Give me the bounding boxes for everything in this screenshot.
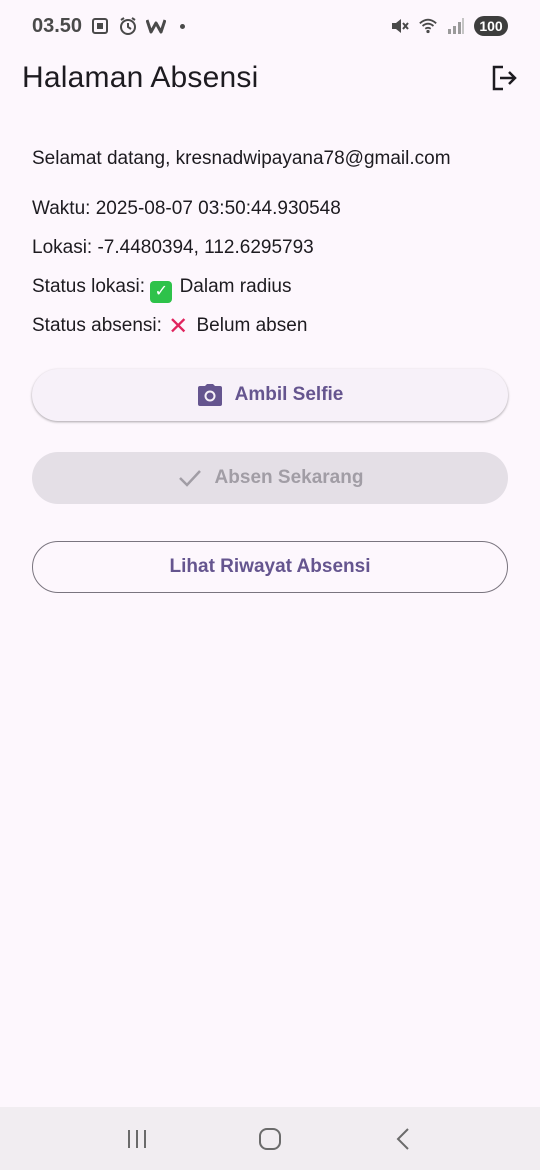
attend-now-button[interactable]: Absen Sekarang: [32, 452, 508, 504]
page-title: Halaman Absensi: [22, 61, 259, 94]
system-nav-bar: [0, 1107, 540, 1170]
back-icon: [396, 1127, 410, 1150]
alarm-icon: [118, 16, 138, 36]
back-button[interactable]: [373, 1119, 433, 1159]
location-status-value: Dalam radius: [179, 276, 292, 297]
status-right: 100: [390, 16, 508, 36]
signal-icon: [446, 16, 466, 36]
home-button[interactable]: [240, 1119, 300, 1159]
logout-icon: [492, 65, 517, 91]
check-icon: [178, 470, 201, 487]
home-icon: [258, 1127, 281, 1150]
status-left: 03.50: [32, 14, 186, 38]
cross-mark-icon: ✕: [168, 313, 189, 340]
location-status-label: Status lokasi:: [32, 276, 145, 297]
location-status: Status lokasi: ✓ Dalam radius: [32, 275, 292, 303]
screenshot-icon: [90, 16, 110, 36]
attend-now-label: Absen Sekarang: [214, 467, 364, 488]
notification-dot: [180, 23, 186, 29]
recent-apps-icon: [127, 1129, 146, 1148]
battery-indicator: 100: [474, 16, 508, 36]
status-time: 03.50: [32, 14, 83, 37]
time-text: Waktu: 2025-08-07 03:50:44.930548: [32, 198, 341, 219]
location-text: Lokasi: -7.4480394, 112.6295793: [32, 237, 314, 258]
welcome-text: Selamat datang, kresnadwipayana78@gmail.…: [32, 148, 451, 169]
attendance-status: Status absensi: ✕ Belum absen: [32, 313, 308, 340]
app-bar: Halaman Absensi: [0, 52, 540, 104]
recent-apps-button[interactable]: [107, 1119, 167, 1159]
wifi-icon: [418, 16, 438, 36]
screen: 03.50 100 Halaman Absensi Selamat datang…: [0, 0, 540, 1170]
w-app-icon: [146, 16, 167, 36]
camera-icon: [197, 384, 222, 406]
check-mark-icon: ✓: [150, 281, 173, 303]
take-selfie-label: Ambil Selfie: [234, 384, 344, 405]
mute-icon: [390, 16, 410, 36]
status-bar: 03.50 100: [0, 0, 540, 52]
take-selfie-button[interactable]: Ambil Selfie: [32, 369, 508, 421]
attendance-history-label: Lihat Riwayat Absensi: [169, 556, 371, 577]
logout-button[interactable]: [486, 60, 522, 96]
attendance-status-value: Belum absen: [196, 315, 308, 336]
attendance-status-label: Status absensi:: [32, 315, 162, 336]
attendance-history-button[interactable]: Lihat Riwayat Absensi: [32, 541, 508, 593]
